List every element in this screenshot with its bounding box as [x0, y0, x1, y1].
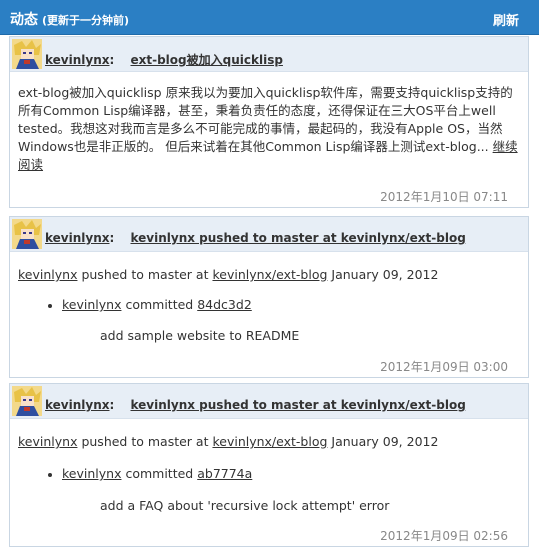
committer-link[interactable]: kevinlynx: [62, 297, 121, 312]
push-summary: kevinlynx pushed to master at kevinlynx/…: [18, 433, 438, 451]
avatar[interactable]: [12, 39, 42, 69]
headline-link[interactable]: kevinlynx pushed to master at kevinlynx/…: [131, 231, 466, 245]
commit-hash-link[interactable]: ab7774a: [197, 466, 252, 481]
repo-link[interactable]: kevinlynx/ext-blog: [212, 434, 327, 449]
actor-link[interactable]: kevinlynx: [18, 434, 77, 449]
commit-list-item: kevinlynx committed ab7774a: [48, 465, 252, 483]
header-title: 动态 (更新于一分钟前): [10, 9, 129, 29]
activity-card-1: kevinlynx: ext-blog被加入quicklisp ext-blog…: [9, 36, 529, 208]
timestamp: 2012年1月10日 07:11: [380, 190, 508, 204]
push-date: January 09, 2012: [331, 267, 439, 282]
paragraph-line: 所有Common Lisp编译器，甚至，秉着负责任的态度，还得保证在三大OS平台…: [18, 103, 496, 118]
read-more-link[interactable]: 继续: [493, 139, 518, 154]
commit-message: add sample website to README: [100, 328, 300, 343]
colon-separator: :: [109, 53, 115, 67]
card-body: ext-blog被加入quicklisp 原来我以为要加入quicklisp软件…: [10, 72, 528, 208]
push-action-text: pushed to master at: [81, 267, 209, 282]
activity-card-2: kevinlynx: kevinlynx pushed to master at…: [9, 216, 529, 378]
avatar[interactable]: [12, 386, 42, 416]
headline-link[interactable]: kevinlynx pushed to master at kevinlynx/…: [131, 398, 466, 412]
headline-link[interactable]: ext-blog被加入quicklisp: [131, 53, 283, 67]
user-link[interactable]: kevinlynx: [45, 231, 110, 245]
push-summary: kevinlynx pushed to master at kevinlynx/…: [18, 266, 438, 284]
refresh-button[interactable]: 刷新: [493, 10, 519, 29]
timestamp: 2012年1月09日 02:56: [380, 529, 508, 543]
read-more-link-continued[interactable]: 阅读: [18, 157, 43, 172]
user-link[interactable]: kevinlynx: [45, 53, 110, 67]
card-header: kevinlynx: kevinlynx pushed to master at…: [10, 217, 528, 252]
paragraph-line: ext-blog被加入quicklisp 原来我以为要加入quicklisp软件…: [18, 85, 513, 100]
bullet-icon: [48, 472, 52, 477]
colon-separator: :: [109, 231, 115, 245]
bullet-icon: [48, 303, 52, 308]
avatar[interactable]: [12, 219, 42, 249]
commit-message: add a FAQ about 'recursive lock attempt'…: [100, 498, 390, 513]
commit-hash-link[interactable]: 84dc3d2: [197, 297, 252, 312]
paragraph-line: tested。我想这对我而言是多么不可能完成的事情，最起码的，我没有Apple …: [18, 121, 503, 136]
card-body: kevinlynx pushed to master at kevinlynx/…: [10, 419, 528, 547]
card-body: kevinlynx pushed to master at kevinlynx/…: [10, 252, 528, 378]
activity-card-3: kevinlynx: kevinlynx pushed to master at…: [9, 383, 529, 547]
card-header: kevinlynx: kevinlynx pushed to master at…: [10, 384, 528, 419]
commit-list-item: kevinlynx committed 84dc3d2: [48, 296, 252, 314]
committed-text: committed: [125, 466, 194, 481]
repo-link[interactable]: kevinlynx/ext-blog: [212, 267, 327, 282]
committer-link[interactable]: kevinlynx: [62, 466, 121, 481]
timestamp: 2012年1月09日 03:00: [380, 360, 508, 374]
actor-link[interactable]: kevinlynx: [18, 267, 77, 282]
push-date: January 09, 2012: [331, 434, 439, 449]
activity-header: 动态 (更新于一分钟前) 刷新: [0, 0, 539, 35]
header-subtitle: (更新于一分钟前): [42, 14, 130, 27]
paragraph-line: Windows也是非正版的。 但后来试着在其他Common Lisp编译器上测试…: [18, 139, 493, 154]
card-header: kevinlynx: ext-blog被加入quicklisp: [10, 37, 528, 72]
push-action-text: pushed to master at: [81, 434, 209, 449]
user-link[interactable]: kevinlynx: [45, 398, 110, 412]
committed-text: committed: [125, 297, 194, 312]
colon-separator: :: [109, 398, 115, 412]
header-title-text: 动态: [10, 12, 38, 28]
